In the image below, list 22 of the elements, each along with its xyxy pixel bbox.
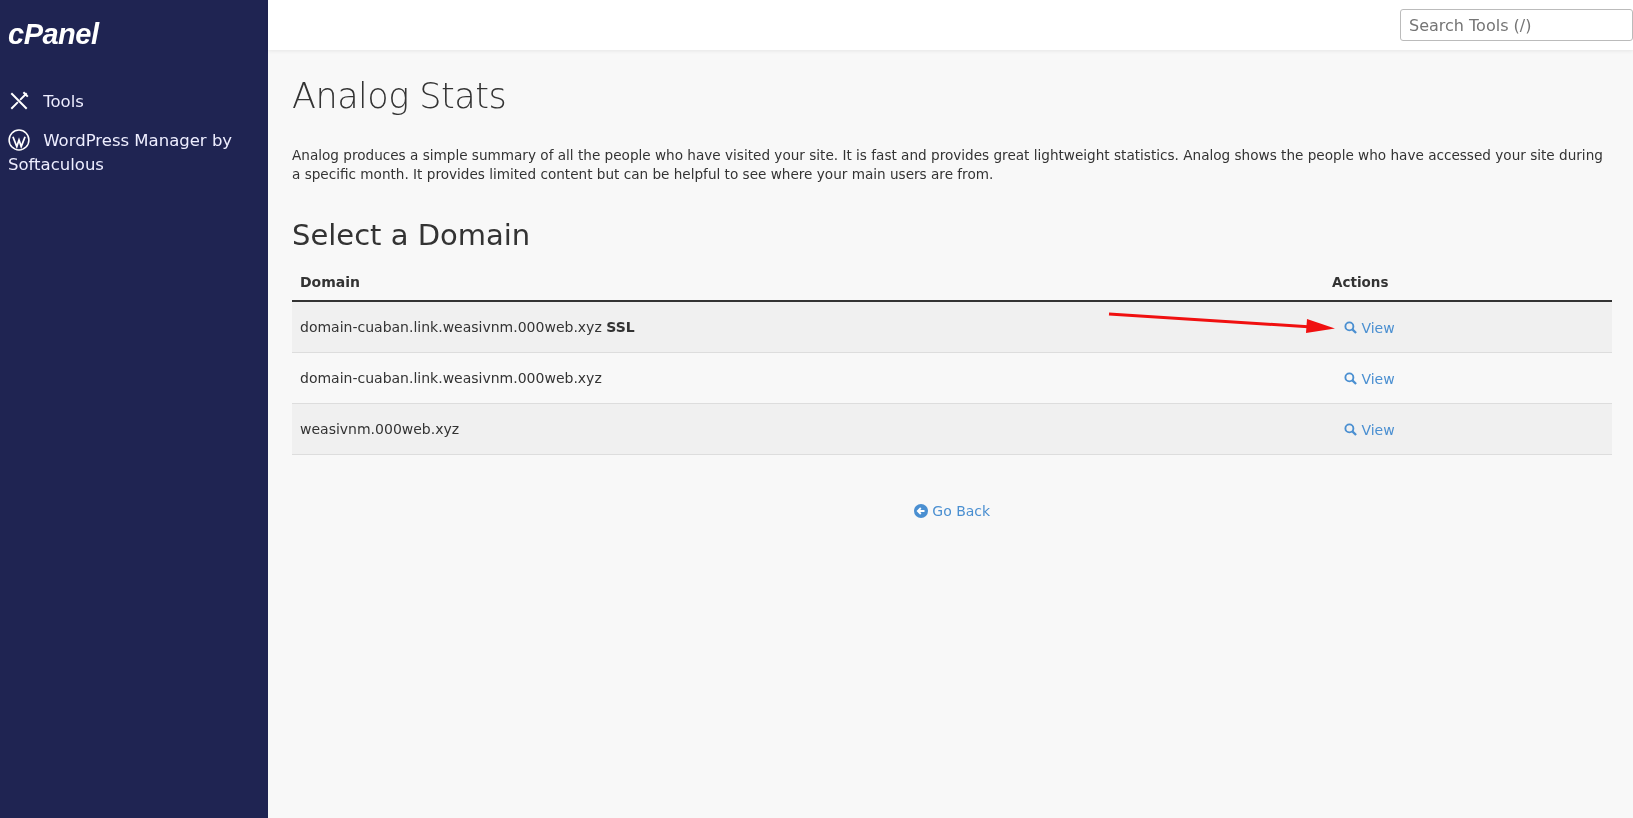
domain-cell: domain-cuaban.link.weasivnm.000web.xyz: [300, 370, 602, 386]
page-title: Analog Stats: [292, 76, 508, 116]
view-link[interactable]: View: [1344, 370, 1395, 387]
sidebar-item[interactable]: WordPress Manager by Softaculous: [0, 126, 268, 189]
view-link[interactable]: View: [1344, 319, 1395, 336]
sidebar-item[interactable]: Tools: [0, 87, 268, 126]
search-field[interactable]: Search Tools (/): [1400, 9, 1633, 41]
logo[interactable]: cPanel: [0, 0, 268, 87]
domain-cell: domain-cuaban.link.weasivnm.000web.xyz SSL: [300, 319, 635, 335]
column-header: Actions: [1332, 274, 1390, 290]
view-link[interactable]: View: [1344, 421, 1395, 438]
tools-icon: [8, 90, 30, 112]
column-header: Domain: [299, 274, 362, 290]
section-title: Select a Domain: [292, 218, 532, 252]
description-text: Analog produces a simple summary of all the people who have visited your site. It is fast and provides great lightweight statistics. Analog shows the people who have accessed your site during a specific month. It provides limited content but can be helpful to see where your main users are from.: [292, 146, 1604, 184]
wordpress-icon: [8, 129, 30, 151]
search-icon: [1344, 320, 1357, 334]
back-arrow-icon: [913, 504, 928, 518]
domain-cell: weasivnm.000web.xyz: [300, 421, 460, 437]
go-back-link[interactable]: Go Back: [913, 503, 991, 519]
search-icon: [1344, 371, 1357, 385]
search-icon: [1344, 422, 1357, 436]
